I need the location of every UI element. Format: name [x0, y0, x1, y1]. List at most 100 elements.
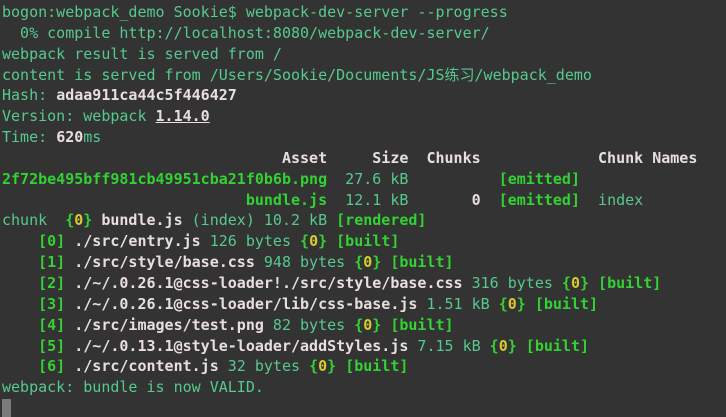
terminal-text-segment	[2, 274, 38, 292]
terminal-text-segment: [built]	[598, 274, 661, 292]
terminal-text-segment: 82 bytes	[264, 316, 354, 334]
terminal-line: [2] ./~/.0.26.1@css-loader!./src/style/b…	[2, 273, 726, 294]
terminal-text-segment	[2, 253, 38, 271]
terminal-text-segment	[381, 316, 390, 334]
terminal-line: content is served from /Users/Sookie/Doc…	[2, 65, 726, 86]
terminal-screen[interactable]: bogon:webpack_demo Sookie$ webpack-dev-s…	[0, 0, 726, 417]
terminal-text-segment: {	[65, 211, 74, 229]
terminal-text-segment: 0	[309, 232, 318, 250]
terminal-text-segment: }	[372, 316, 381, 334]
terminal-text-segment: [emitted]	[499, 170, 580, 188]
terminal-text-segment: [rendered]	[336, 211, 426, 229]
terminal-text-segment: 27.6 kB	[327, 170, 499, 188]
terminal-text-segment: 0	[508, 295, 517, 313]
terminal-text-segment: Hash:	[2, 86, 56, 104]
terminal-text-segment: Asset Size Chunks Chunk Names	[2, 149, 697, 167]
terminal-line: 0% compile http://localhost:8080/webpack…	[2, 23, 726, 44]
terminal-line: Asset Size Chunks Chunk Names	[2, 148, 726, 169]
terminal-line: [6] ./src/content.js 32 bytes {0} [built…	[2, 356, 726, 377]
terminal-text-segment: [5]	[38, 337, 65, 355]
terminal-text-segment: adaa911ca44c5f446427	[56, 86, 237, 104]
terminal-text-segment: [4]	[38, 316, 65, 334]
terminal-text-segment: [built]	[526, 337, 589, 355]
terminal-text-segment	[2, 295, 38, 313]
terminal-text-segment: ms	[83, 128, 101, 146]
terminal-text-segment: }	[508, 337, 517, 355]
terminal-text-segment: ./~/.0.13.1@style-loader/addStyles.js	[74, 337, 408, 355]
terminal-text-segment: 620	[56, 128, 83, 146]
terminal-text-segment: ./src/entry.js	[74, 232, 200, 250]
terminal-text-segment	[65, 232, 74, 250]
terminal-text-segment: [built]	[336, 232, 399, 250]
terminal-text-segment: }	[318, 232, 327, 250]
terminal-text-segment: {	[490, 337, 499, 355]
terminal-text-segment: ./~/.0.26.1@css-loader/lib/css-base.js	[74, 295, 417, 313]
terminal-text-segment: {	[354, 316, 363, 334]
terminal-text-segment: {	[499, 295, 508, 313]
terminal-text-segment: ./~/.0.26.1@css-loader!./src/style/base.…	[74, 274, 462, 292]
terminal-text-segment	[65, 253, 74, 271]
terminal-line	[2, 398, 726, 417]
terminal-text-segment: bundle.js	[101, 211, 182, 229]
terminal-text-segment	[526, 295, 535, 313]
terminal-text-segment	[65, 295, 74, 313]
terminal-text-segment: 0	[472, 191, 481, 209]
terminal-line: Version: webpack 1.14.0	[2, 106, 726, 127]
terminal-text-segment: [3]	[38, 295, 65, 313]
terminal-text-segment: webpack result is served from /	[2, 45, 282, 63]
terminal-text-segment: [2]	[38, 274, 65, 292]
terminal-text-segment	[589, 274, 598, 292]
terminal-text-segment: }	[372, 253, 381, 271]
terminal-text-segment: ./src/images/test.png	[74, 316, 264, 334]
terminal-text-segment	[65, 357, 74, 375]
terminal-text-segment	[65, 337, 74, 355]
terminal-text-segment: 316 bytes	[463, 274, 562, 292]
terminal-text-segment	[2, 337, 38, 355]
terminal-text-segment: 0% compile http://localhost:8080/webpack…	[2, 24, 490, 42]
terminal-text-segment: {	[309, 357, 318, 375]
terminal-text-segment: 126 bytes	[201, 232, 300, 250]
terminal-line: webpack result is served from /	[2, 44, 726, 65]
terminal-line: [5] ./~/.0.13.1@style-loader/addStyles.j…	[2, 336, 726, 357]
terminal-text-segment: }	[83, 211, 92, 229]
terminal-text-segment	[481, 191, 499, 209]
terminal-text-segment: 12.1 kB	[327, 191, 472, 209]
terminal-text-segment: [emitted]	[499, 191, 580, 209]
terminal-text-segment: }	[580, 274, 589, 292]
terminal-text-segment: [1]	[38, 253, 65, 271]
terminal-line: [1] ./src/style/base.css 948 bytes {0} […	[2, 252, 726, 273]
terminal-text-segment: ./src/content.js	[74, 357, 219, 375]
terminal-text-segment: 0	[363, 316, 372, 334]
terminal-line: [4] ./src/images/test.png 82 bytes {0} […	[2, 315, 726, 336]
terminal-text-segment	[65, 274, 74, 292]
terminal-text-segment: {	[300, 232, 309, 250]
terminal-line: bundle.js 12.1 kB 0 [emitted] index	[2, 190, 726, 211]
terminal-text-segment: [built]	[535, 295, 598, 313]
terminal-text-segment: content is served from /Users/Sookie/Doc…	[2, 66, 592, 84]
terminal-text-segment: bundle.js	[246, 191, 327, 209]
terminal-text-segment	[2, 316, 38, 334]
terminal-text-segment	[381, 253, 390, 271]
terminal-text-segment: chunk	[2, 211, 65, 229]
terminal-text-segment: webpack: bundle is now VALID.	[2, 378, 264, 396]
terminal-text-segment	[336, 357, 345, 375]
terminal-text-segment: 948 bytes	[255, 253, 354, 271]
block-cursor	[2, 399, 11, 417]
terminal-text-segment: 0	[74, 211, 83, 229]
terminal-text-segment: 0	[571, 274, 580, 292]
terminal-text-segment: 32 bytes	[219, 357, 309, 375]
terminal-text-segment: bogon:webpack_demo Sookie$ webpack-dev-s…	[2, 3, 508, 21]
terminal-text-segment: [0]	[38, 232, 65, 250]
terminal-text-segment: [built]	[345, 357, 408, 375]
terminal-text-segment	[2, 191, 246, 209]
terminal-text-segment: 2f72be495bff981cb49951cba21f0b6b.png	[2, 170, 327, 188]
terminal-text-segment	[517, 337, 526, 355]
terminal-text-segment: Version: webpack	[2, 107, 156, 125]
terminal-text-segment: [built]	[390, 316, 453, 334]
terminal-text-segment: }	[517, 295, 526, 313]
terminal-text-segment: index	[580, 191, 643, 209]
terminal-text-segment: ./src/style/base.css	[74, 253, 255, 271]
terminal-text-segment: (index) 10.2 kB	[183, 211, 337, 229]
terminal-text-segment: Time:	[2, 128, 56, 146]
terminal-text-segment: }	[327, 357, 336, 375]
